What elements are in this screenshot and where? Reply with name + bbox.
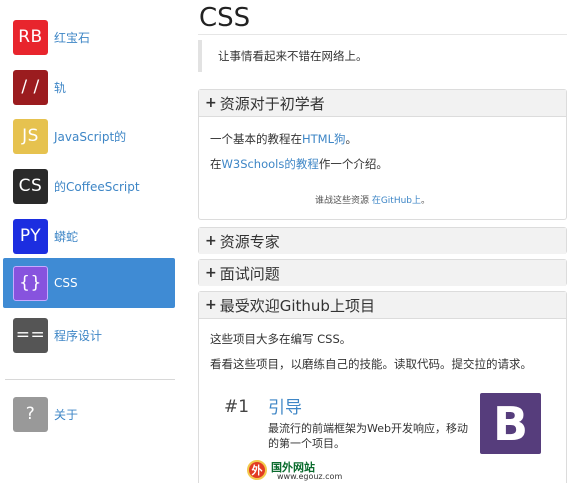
javascript-icon: JS <box>13 118 48 154</box>
panel-expert-resources[interactable]: + 资源专家 <box>198 227 567 254</box>
panel-beginner-resources: + 资源对于初学者 一个基本的教程在HTML狗。 在W3Schools的教程作一… <box>198 89 567 220</box>
site-watermark: 外 国外网站 www.egouz.com <box>247 458 342 483</box>
panel-header-interview[interactable]: + 面试问题 <box>199 260 566 286</box>
tagline-text: 让事情看起来不错在网络上。 <box>218 49 368 63</box>
sidebar-item-label: CSS <box>54 276 78 290</box>
sidebar-item-rails[interactable]: / / 轨 <box>0 63 181 111</box>
css-icon: {} <box>13 265 48 301</box>
beginner-line-1-end: 。 <box>345 132 358 146</box>
panel-interview-questions[interactable]: + 面试问题 <box>198 259 567 286</box>
beginner-line-2-end: 作一个介绍。 <box>318 157 388 171</box>
plus-icon: + <box>205 297 217 313</box>
panel-heading: 面试问题 <box>219 264 280 283</box>
sidebar-item-label: 的CoffeeScript <box>54 179 140 194</box>
source-note-text: 谁战这些资源 <box>314 196 372 206</box>
project-rank: #1 <box>224 397 250 417</box>
beginner-line-2-text: 在 <box>210 157 222 171</box>
sidebar-item-label: JavaScript的 <box>54 129 127 144</box>
python-icon: PY <box>13 218 48 254</box>
page-title: CSS <box>199 3 251 33</box>
rails-icon: / / <box>13 69 48 105</box>
source-note: 谁战这些资源 在GitHub上。 <box>188 193 557 206</box>
sidebar-item-python[interactable]: PY 蟒蛇 <box>0 212 181 260</box>
github-advice-line: 看看这些项目，以磨练自己的技能。读取代码。提交拉的请求。 <box>210 357 532 371</box>
main-content: CSS 让事情看起来不错在网络上。 + 资源对于初学者 一个基本的教程在HTML… <box>198 0 567 483</box>
w3schools-link[interactable]: W3Schools的教程 <box>222 157 319 171</box>
beginner-line-1: 一个基本的教程在HTML狗。 <box>210 131 357 147</box>
github-intro-line: 这些项目大多在编写 CSS。 <box>210 332 352 346</box>
sidebar-item-label: 程序设计 <box>54 328 103 343</box>
sidebar-item-ruby[interactable]: RB 红宝石 <box>0 13 181 61</box>
question-icon: ? <box>13 396 48 432</box>
github-source-link[interactable]: 在GitHub上 <box>372 196 421 206</box>
watermark-url: www.egouz.com <box>277 472 343 481</box>
sidebar-divider <box>5 379 175 380</box>
sidebar-item-label: 轨 <box>54 80 67 95</box>
bootstrap-logo[interactable]: B <box>480 393 541 454</box>
project-description: 最流行的前端框架为Web开发响应，移动的第一个项目。 <box>268 422 468 450</box>
project-name-link[interactable]: 引导 <box>268 393 302 418</box>
panel-header-beginner[interactable]: + 资源对于初学者 <box>199 90 566 117</box>
plus-icon: + <box>205 233 217 249</box>
panel-github-projects: + 最受欢迎Github上项目 这些项目大多在编写 CSS。 看看这些项目，以磨… <box>198 291 567 483</box>
panel-header-experts[interactable]: + 资源专家 <box>199 228 566 254</box>
title-divider <box>198 34 567 35</box>
plus-icon: + <box>205 95 217 111</box>
beginner-line-1-text: 一个基本的教程在 <box>210 132 302 146</box>
ruby-icon: RB <box>13 19 48 55</box>
sidebar-item-css[interactable]: {} CSS <box>3 258 175 308</box>
panel-heading: 最受欢迎Github上项目 <box>219 296 375 315</box>
sidebar-item-label: 关于 <box>54 407 79 422</box>
panel-heading: 资源专家 <box>219 232 280 251</box>
sidebar-item-label: 红宝石 <box>54 30 91 45</box>
tagline-quote: 让事情看起来不错在网络上。 <box>198 40 567 72</box>
beginner-line-2: 在W3Schools的教程作一个介绍。 <box>210 156 388 172</box>
sidebar-item-programming[interactable]: == 程序设计 <box>0 311 181 359</box>
sidebar-item-about[interactable]: ? 关于 <box>0 390 181 438</box>
panel-heading: 资源对于初学者 <box>219 94 325 113</box>
sidebar-item-coffeescript[interactable]: CS 的CoffeeScript <box>0 162 181 210</box>
panel-header-github[interactable]: + 最受欢迎Github上项目 <box>199 292 566 319</box>
sidebar-item-javascript[interactable]: JS JavaScript的 <box>0 112 181 160</box>
sidebar: RB 红宝石 / / 轨 JS JavaScript的 CS 的CoffeeSc… <box>0 0 181 483</box>
html-dog-link[interactable]: HTML狗 <box>302 132 346 146</box>
sidebar-item-label: 蟒蛇 <box>54 229 79 244</box>
plus-icon: + <box>205 265 217 281</box>
source-note-end: 。 <box>421 196 431 206</box>
programming-icon: == <box>13 317 48 353</box>
coffeescript-icon: CS <box>13 168 48 204</box>
watermark-badge: 外 <box>247 460 267 480</box>
